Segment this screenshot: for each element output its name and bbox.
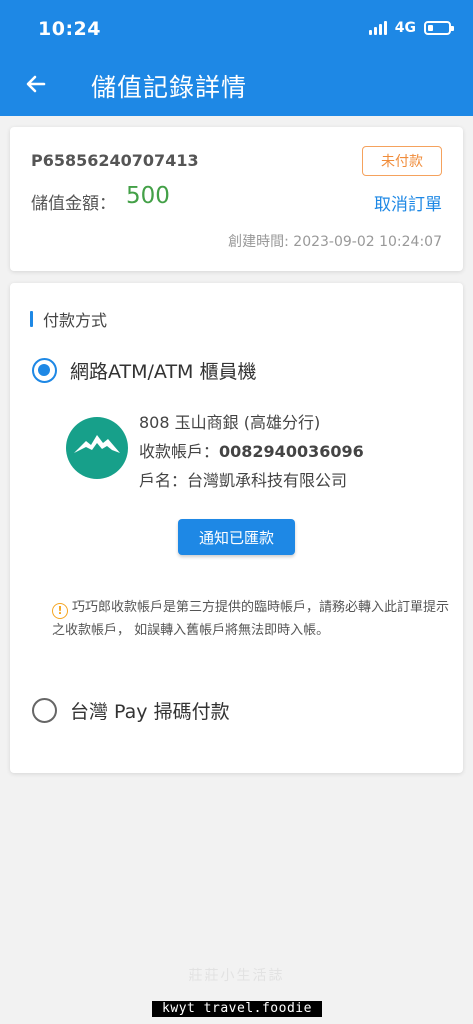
order-summary-card: P65856240707413 未付款 儲值金額： 500 取消訂單 創建時間:…	[10, 127, 463, 271]
esun-bank-logo-icon	[66, 417, 128, 479]
payment-option-label: 台灣 Pay 掃碼付款	[70, 701, 230, 723]
battery-icon	[424, 21, 454, 35]
status-time: 10:24	[38, 18, 101, 40]
payment-option-taiwan-pay[interactable]: 台灣 Pay 掃碼付款	[32, 697, 230, 724]
order-id: P65856240707413	[31, 151, 199, 170]
amount-value: 500	[126, 183, 170, 209]
bank-account-row: 收款帳戶：0082940036096	[139, 437, 364, 466]
holder-name: 台灣凱承科技有限公司	[187, 471, 348, 490]
radio-unchecked-icon[interactable]	[32, 698, 57, 723]
section-accent-bar	[30, 311, 33, 327]
amount-label: 儲值金額：	[31, 194, 116, 214]
watermark-label: kwyt travel.foodie	[152, 1001, 322, 1017]
payment-option-label: 網路ATM/ATM 櫃員機	[70, 361, 257, 383]
bank-info: 808 玉山商銀 (高雄分行) 收款帳戶：0082940036096 戶名：台灣…	[139, 408, 364, 495]
account-number: 0082940036096	[219, 442, 364, 461]
page-title: 儲值記錄詳情	[91, 73, 248, 102]
account-holder-row: 戶名：台灣凱承科技有限公司	[139, 466, 364, 495]
notice-message: 巧巧郎收款帳戶是第三方提供的臨時帳戶，請務必轉入此訂單提示之收款帳戶， 如誤轉入…	[52, 600, 450, 638]
status-indicators: 4G	[368, 20, 454, 36]
warning-icon: !	[52, 602, 68, 619]
bank-name: 808 玉山商銀 (高雄分行)	[139, 413, 321, 432]
radio-checked-icon[interactable]	[32, 358, 57, 383]
account-label: 收款帳戶：	[139, 442, 220, 461]
notify-paid-button[interactable]: 通知已匯款	[178, 519, 295, 555]
signal-icon	[368, 21, 387, 35]
holder-label: 戶名：	[139, 471, 188, 490]
back-button[interactable]	[18, 66, 54, 102]
status-badge: 未付款	[362, 146, 442, 176]
network-label: 4G	[394, 20, 416, 36]
notice-text: ! 巧巧郎收款帳戶是第三方提供的臨時帳戶，請務必轉入此訂單提示之收款帳戶， 如誤轉…	[52, 596, 450, 642]
payment-method-card: 付款方式 網路ATM/ATM 櫃員機 808 玉山商銀 (高雄分行) 收款帳戶：…	[10, 283, 463, 773]
arrow-left-icon	[26, 75, 46, 93]
created-at: 創建時間: 2023-09-02 10:24:07	[228, 234, 442, 250]
section-title: 付款方式	[30, 307, 107, 331]
watermark-text: 莊莊小生活誌	[188, 968, 285, 984]
cancel-order-button[interactable]: 取消訂單	[374, 190, 442, 215]
section-title-label: 付款方式	[43, 311, 108, 330]
payment-option-atm[interactable]: 網路ATM/ATM 櫃員機	[32, 357, 256, 384]
app-header: 10:24 4G 儲值記錄詳情	[0, 0, 473, 116]
